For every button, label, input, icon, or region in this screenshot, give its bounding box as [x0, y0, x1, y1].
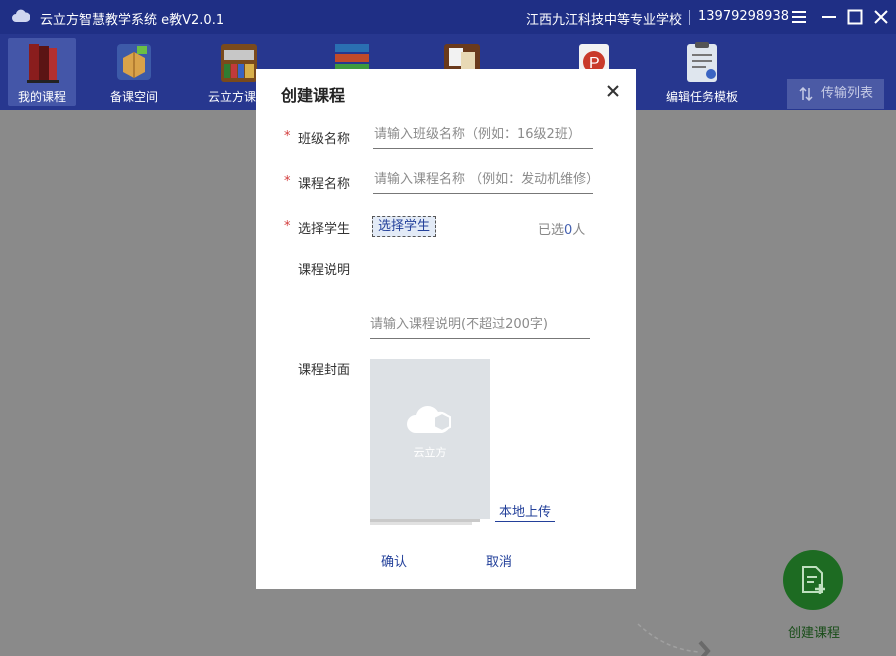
archive-icon: [221, 44, 257, 82]
add-document-icon: [802, 566, 825, 594]
create-course-button[interactable]: [783, 550, 843, 610]
description-label: 课程说明: [298, 263, 351, 278]
user-phone: 13979298938: [698, 9, 789, 24]
title-bar: 云立方智慧教学系统 e教V2.0.1 江西九江科技中等专业学校 13979298…: [0, 0, 896, 34]
cover-label: 课程封面: [298, 363, 351, 378]
cloud-logo-icon: [12, 9, 30, 22]
close-window-icon[interactable]: [871, 7, 891, 27]
selected-count-suffix: 人: [572, 223, 586, 238]
select-students-label: 选择学生: [298, 222, 351, 237]
selected-count: 已选0人: [538, 219, 585, 238]
required-marker: *: [284, 174, 291, 189]
confirm-button[interactable]: 确认: [381, 551, 407, 570]
course-name-label: 课程名称: [298, 177, 351, 192]
title-divider: [689, 10, 690, 25]
clipboard-icon: [687, 42, 717, 82]
close-icon[interactable]: [604, 82, 622, 100]
selected-count-prefix: 已选: [538, 223, 565, 238]
app-title: 云立方智慧教学系统 e教V2.0.1: [40, 13, 225, 28]
toolbar-item-prep-space[interactable]: 备课空间: [100, 38, 168, 106]
maximize-icon[interactable]: [845, 7, 865, 27]
cover-shadow: [370, 522, 472, 525]
course-name-input[interactable]: [373, 166, 593, 194]
toolbar-label: 我的课程: [17, 90, 66, 104]
books-icon: [27, 44, 59, 83]
arrow-decoration-icon: [637, 623, 711, 656]
cover-watermark: 云立方: [413, 446, 447, 459]
required-marker: *: [284, 219, 291, 234]
cover-preview: 云立方: [370, 359, 490, 519]
open-box-icon: [117, 44, 151, 80]
school-name: 江西九江科技中等专业学校: [526, 13, 683, 28]
menu-icon[interactable]: [789, 7, 809, 27]
select-students-button[interactable]: 选择学生: [372, 216, 437, 237]
toolbar-label: 编辑任务模板: [665, 90, 738, 104]
toolbar-label: 备课空间: [109, 90, 158, 104]
cloud-cube-logo-icon: [407, 406, 451, 433]
minimize-icon[interactable]: [819, 7, 839, 27]
transfer-arrows-icon: [799, 87, 813, 101]
class-name-label: 班级名称: [298, 132, 351, 147]
description-input[interactable]: [370, 311, 590, 339]
required-marker: *: [284, 129, 291, 144]
cancel-button[interactable]: 取消: [486, 551, 512, 570]
transfer-list-label: 传输列表: [821, 86, 874, 101]
create-course-label: 创建课程: [787, 626, 840, 641]
toolbar-item-task-template[interactable]: 编辑任务模板: [656, 38, 748, 106]
dialog-title: 创建课程: [281, 86, 346, 105]
local-upload-link[interactable]: 本地上传: [495, 501, 556, 522]
class-name-input[interactable]: [373, 121, 593, 149]
toolbar-item-my-courses[interactable]: 我的课程: [8, 38, 76, 106]
create-course-dialog: 创建课程 * 班级名称 * 课程名称 * 选择学生 选择学生 已选0人 课程说明…: [256, 69, 636, 589]
transfer-list-button[interactable]: 传输列表: [787, 79, 884, 109]
